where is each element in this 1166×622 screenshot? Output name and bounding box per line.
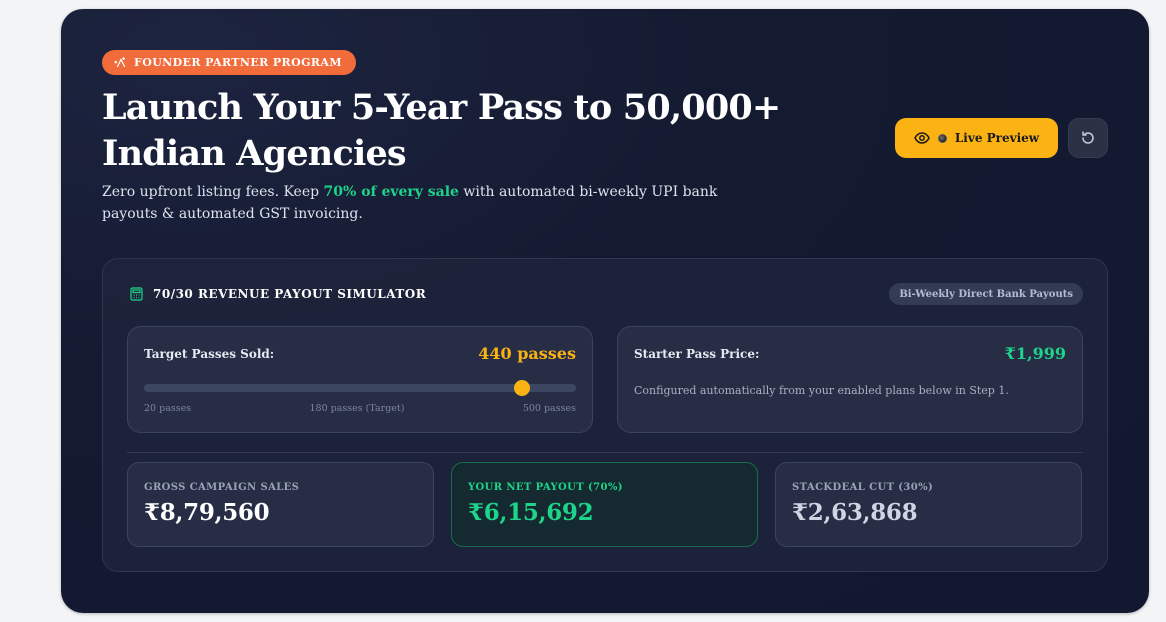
revenue-simulator: 70/30 REVENUE PAYOUT SIMULATOR Bi-Weekly… bbox=[102, 258, 1108, 572]
passes-slider[interactable] bbox=[144, 380, 576, 396]
tick-max: 500 passes bbox=[522, 403, 576, 414]
eye-icon bbox=[914, 132, 930, 144]
price-value: ₹1,999 bbox=[1004, 344, 1066, 363]
platform-cut-value: ₹2,63,868 bbox=[792, 499, 918, 526]
program-badge: FOUNDER PARTNER PROGRAM bbox=[102, 50, 356, 75]
gross-sales-card: GROSS CAMPAIGN SALES ₹8,79,560 bbox=[127, 462, 434, 547]
price-note: Configured automatically from your enabl… bbox=[634, 384, 1009, 397]
page-title-line2: Indian Agencies bbox=[102, 133, 407, 174]
subtitle-text-pre: Zero upfront listing fees. Keep bbox=[102, 184, 324, 200]
page-subtitle: Zero upfront listing fees. Keep 70% of e… bbox=[102, 181, 762, 225]
tick-min: 20 passes bbox=[144, 403, 192, 414]
net-payout-card: YOUR NET PAYOUT (70%) ₹6,15,692 bbox=[451, 462, 758, 547]
tick-target: 180 passes (Target) bbox=[309, 403, 405, 414]
status-dot-icon bbox=[937, 133, 947, 143]
sparkle-icon bbox=[114, 56, 126, 67]
price-panel: Starter Pass Price: ₹1,999 Configured au… bbox=[617, 326, 1083, 433]
passes-label: Target Passes Sold: bbox=[144, 347, 275, 361]
price-label: Starter Pass Price: bbox=[634, 347, 760, 361]
calculator-icon bbox=[130, 287, 143, 301]
live-preview-button[interactable]: Live Preview bbox=[895, 118, 1058, 158]
gross-sales-caption: GROSS CAMPAIGN SALES bbox=[144, 482, 300, 493]
reset-icon bbox=[1082, 131, 1094, 144]
payout-frequency-badge: Bi-Weekly Direct Bank Payouts bbox=[889, 283, 1083, 305]
founder-partner-card: FOUNDER PARTNER PROGRAM Launch Your 5-Ye… bbox=[61, 9, 1149, 613]
page-title: Launch Your 5-Year Pass to 50,000+ India… bbox=[102, 85, 782, 177]
net-payout-caption: YOUR NET PAYOUT (70%) bbox=[468, 482, 623, 493]
slider-handle[interactable] bbox=[514, 380, 530, 396]
divider bbox=[127, 452, 1083, 453]
reset-button[interactable] bbox=[1068, 118, 1108, 158]
page-title-line1: Launch Your 5-Year Pass to 50,000+ bbox=[102, 87, 781, 128]
gross-sales-value: ₹8,79,560 bbox=[144, 499, 270, 526]
platform-cut-card: STACKDEAL CUT (30%) ₹2,63,868 bbox=[775, 462, 1082, 547]
net-payout-value: ₹6,15,692 bbox=[468, 499, 594, 526]
program-badge-label: FOUNDER PARTNER PROGRAM bbox=[134, 56, 342, 69]
slider-ticks: 20 passes 180 passes (Target) 500 passes bbox=[144, 403, 576, 414]
platform-cut-caption: STACKDEAL CUT (30%) bbox=[792, 482, 934, 493]
live-preview-label: Live Preview bbox=[954, 131, 1040, 145]
passes-panel: Target Passes Sold: 440 passes 20 passes… bbox=[127, 326, 593, 433]
simulator-title: 70/30 REVENUE PAYOUT SIMULATOR bbox=[153, 287, 427, 301]
simulator-header: 70/30 REVENUE PAYOUT SIMULATOR bbox=[130, 287, 426, 301]
subtitle-highlight: 70% of every sale bbox=[323, 184, 459, 200]
passes-value: 440 passes bbox=[478, 344, 576, 363]
